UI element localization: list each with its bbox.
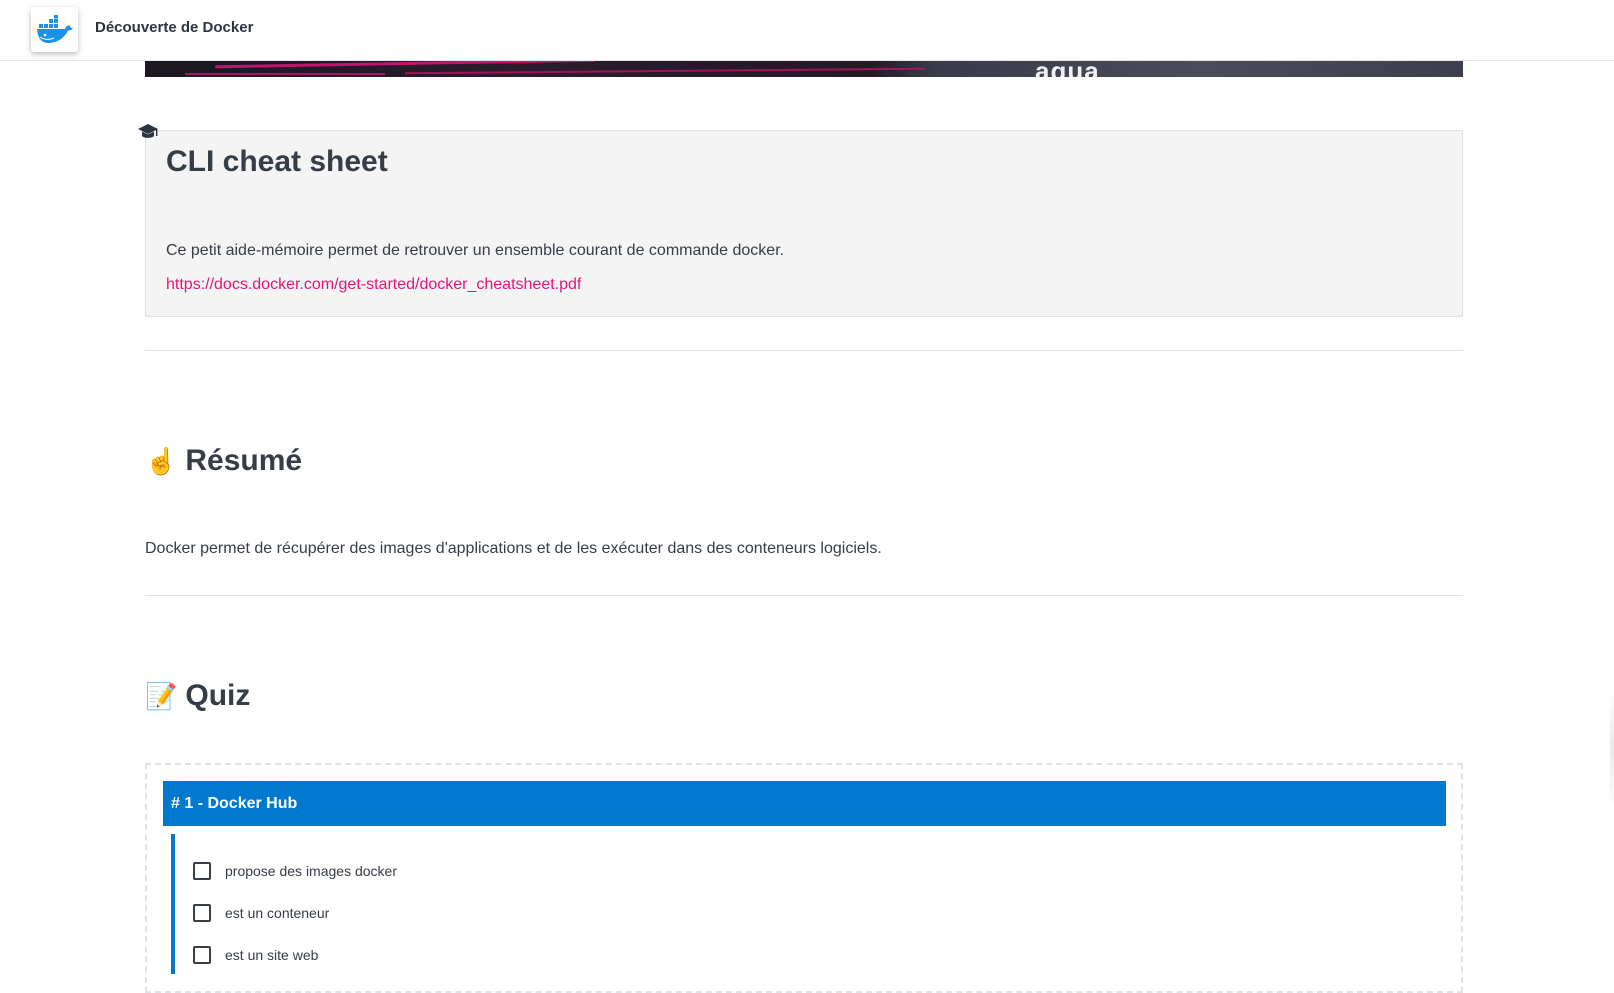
app-logo[interactable] bbox=[31, 7, 78, 52]
quiz-option-label: propose des images docker bbox=[225, 863, 397, 879]
checkbox[interactable] bbox=[193, 946, 211, 964]
resume-title: Résumé bbox=[185, 444, 303, 477]
banner-stripe bbox=[215, 60, 595, 69]
cheat-sheet-title: CLI cheat sheet bbox=[166, 145, 388, 178]
quiz-option[interactable]: est un conteneur bbox=[193, 904, 329, 922]
cheat-sheet-link[interactable]: https://docs.docker.com/get-started/dock… bbox=[166, 276, 581, 294]
graduation-cap-icon bbox=[138, 124, 158, 138]
cheat-sheet-box: CLI cheat sheet Ce petit aide-mémoire pe… bbox=[145, 130, 1463, 317]
app-title: Découverte de Docker bbox=[95, 19, 254, 36]
cheat-sheet-description: Ce petit aide-mémoire permet de retrouve… bbox=[166, 242, 785, 259]
resume-heading: ☝️ Résumé bbox=[145, 444, 302, 478]
banner-image: aqua bbox=[145, 60, 1463, 77]
quiz-option[interactable]: est un site web bbox=[193, 946, 318, 964]
memo-icon: 📝 bbox=[145, 680, 178, 711]
banner-stripe bbox=[185, 73, 385, 75]
checkbox[interactable] bbox=[193, 862, 211, 880]
scroll-edge bbox=[1610, 690, 1614, 810]
top-header: Découverte de Docker bbox=[0, 0, 1614, 61]
quiz-option-label: est un conteneur bbox=[225, 905, 330, 921]
quiz-heading: 📝 Quiz bbox=[145, 679, 250, 713]
quiz-option-label: est un site web bbox=[225, 947, 319, 963]
divider bbox=[145, 595, 1463, 596]
docker-whale-icon bbox=[36, 14, 73, 43]
quiz-question-header: # 1 - Docker Hub bbox=[163, 781, 1446, 826]
banner-brand-text: aqua bbox=[1035, 60, 1100, 77]
quiz-option[interactable]: propose des images docker bbox=[193, 862, 397, 880]
banner-stripe bbox=[405, 67, 925, 75]
quiz-options-list: propose des images docker est un contene… bbox=[171, 834, 1441, 974]
pointing-up-icon: ☝️ bbox=[145, 445, 178, 476]
resume-text: Docker permet de récupérer des images d'… bbox=[145, 540, 882, 557]
quiz-title: Quiz bbox=[185, 679, 251, 712]
divider bbox=[145, 350, 1463, 351]
checkbox[interactable] bbox=[193, 904, 211, 922]
